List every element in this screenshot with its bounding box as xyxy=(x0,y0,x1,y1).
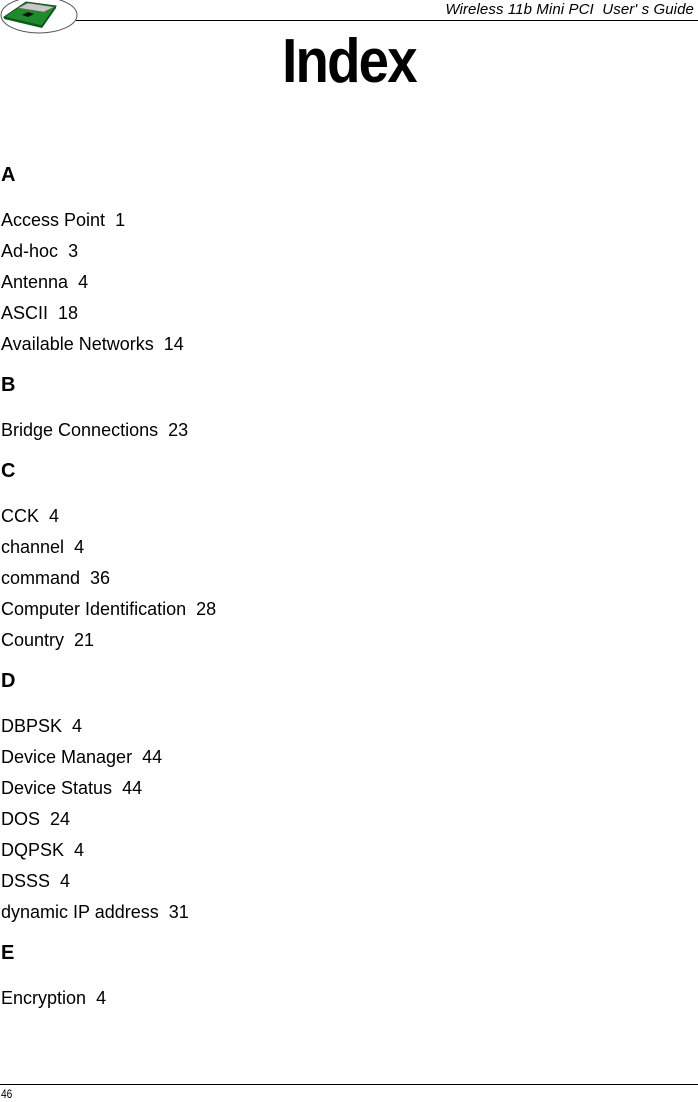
term-spacer xyxy=(158,420,168,440)
index-page-ref: 21 xyxy=(74,630,95,650)
index-term: command xyxy=(1,568,81,588)
section-letter: A xyxy=(1,164,16,186)
index-term: Device Status xyxy=(1,778,113,798)
section-letter: C xyxy=(1,460,16,482)
index-term: channel xyxy=(1,537,65,557)
index-entry: Device Manager 44 xyxy=(1,742,691,773)
index-entry: DBPSK 4 xyxy=(1,711,691,742)
section-letter: D xyxy=(1,670,16,692)
term-spacer xyxy=(62,716,72,736)
index-entry: Computer Identification 28 xyxy=(1,594,691,625)
index-section-a: A Access Point 1 Ad-hoc 3 Antenna 4 ASCII 18… xyxy=(1,160,691,360)
index-section-b: B Bridge Connections 23 xyxy=(1,370,691,446)
term-spacer xyxy=(50,871,60,891)
index-term: DSSS xyxy=(1,871,51,891)
index-entry: Encryption 4 xyxy=(1,983,691,1014)
index-term: Computer Identification xyxy=(1,599,187,619)
index-section-d: D DBPSK 4 Device Manager 44 Device Status 4… xyxy=(1,666,691,928)
term-spacer xyxy=(86,988,96,1008)
term-spacer xyxy=(40,809,50,829)
index-page-ref: 23 xyxy=(168,420,189,440)
index-term: DOS xyxy=(1,809,41,829)
index-page-ref: 44 xyxy=(122,778,143,798)
index-term: Encryption xyxy=(1,988,87,1008)
footer-rule xyxy=(0,1084,698,1085)
index-term: dynamic IP address xyxy=(1,902,159,922)
index-page-ref: 4 xyxy=(96,988,107,1008)
term-spacer xyxy=(159,902,169,922)
term-spacer xyxy=(64,537,74,557)
term-spacer xyxy=(64,630,74,650)
index-entry: Access Point 1 xyxy=(1,205,691,236)
index-entry: Ad-hoc 3 xyxy=(1,236,691,267)
index-page-ref: 28 xyxy=(196,599,217,619)
index-term: Device Manager xyxy=(1,747,133,767)
index-entry: channel 4 xyxy=(1,532,691,563)
index-page-ref: 18 xyxy=(58,303,79,323)
index-entry: Device Status 44 xyxy=(1,773,691,804)
term-spacer xyxy=(64,840,74,860)
index-page-ref: 31 xyxy=(168,902,189,922)
index-term: Access Point xyxy=(1,210,106,230)
term-spacer xyxy=(48,303,58,323)
term-spacer xyxy=(68,272,78,292)
index-term: Available Networks xyxy=(1,334,154,354)
index-page-ref: 4 xyxy=(74,840,85,860)
term-spacer xyxy=(58,241,68,261)
index-entry: Available Networks 14 xyxy=(1,329,691,360)
index-page-ref: 4 xyxy=(72,716,83,736)
index-entry: DQPSK 4 xyxy=(1,835,691,866)
index-list: A Access Point 1 Ad-hoc 3 Antenna 4 ASCII 18… xyxy=(1,160,691,1024)
index-page-ref: 1 xyxy=(115,210,126,230)
index-term: CCK xyxy=(1,506,40,526)
section-letter: B xyxy=(1,374,16,396)
term-spacer xyxy=(112,778,122,798)
index-page-ref: 14 xyxy=(163,334,184,354)
index-term: ASCII xyxy=(1,303,49,323)
guide-title: Wireless 11b Mini PCI User' s Guide xyxy=(445,1,694,18)
index-page-ref: 4 xyxy=(74,537,85,557)
index-term: Ad-hoc xyxy=(1,241,59,261)
term-spacer xyxy=(80,568,90,588)
term-spacer xyxy=(39,506,49,526)
index-entry: command 36 xyxy=(1,563,691,594)
index-page-ref: 44 xyxy=(142,747,163,767)
index-entry: dynamic IP address 31 xyxy=(1,897,691,928)
index-section-e: E Encryption 4 xyxy=(1,938,691,1014)
index-entry: Bridge Connections 23 xyxy=(1,415,691,446)
index-page-ref: 36 xyxy=(90,568,111,588)
index-page-ref: 4 xyxy=(60,871,71,891)
section-letter: E xyxy=(1,942,15,964)
index-page-ref: 4 xyxy=(78,272,89,292)
index-term: Country xyxy=(1,630,65,650)
header-rule xyxy=(76,20,698,21)
index-term: DQPSK xyxy=(1,840,65,860)
page-number: 46 xyxy=(1,1087,13,1101)
index-entry: CCK 4 xyxy=(1,501,691,532)
term-spacer xyxy=(132,747,142,767)
page-title: Index xyxy=(282,27,417,96)
index-term: DBPSK xyxy=(1,716,63,736)
index-entry: Country 21 xyxy=(1,625,691,656)
index-entry: DSSS 4 xyxy=(1,866,691,897)
index-entry: Antenna 4 xyxy=(1,267,691,298)
index-page-ref: 4 xyxy=(49,506,60,526)
term-spacer xyxy=(186,599,196,619)
term-spacer xyxy=(105,210,115,230)
index-section-c: C CCK 4 channel 4 command 36 Computer Identi… xyxy=(1,456,691,656)
index-page-ref: 24 xyxy=(50,809,71,829)
index-term: Antenna xyxy=(1,272,69,292)
index-entry: ASCII 18 xyxy=(1,298,691,329)
index-entry: DOS 24 xyxy=(1,804,691,835)
index-term: Bridge Connections xyxy=(1,420,159,440)
term-spacer xyxy=(154,334,164,354)
index-page-ref: 3 xyxy=(68,241,79,261)
